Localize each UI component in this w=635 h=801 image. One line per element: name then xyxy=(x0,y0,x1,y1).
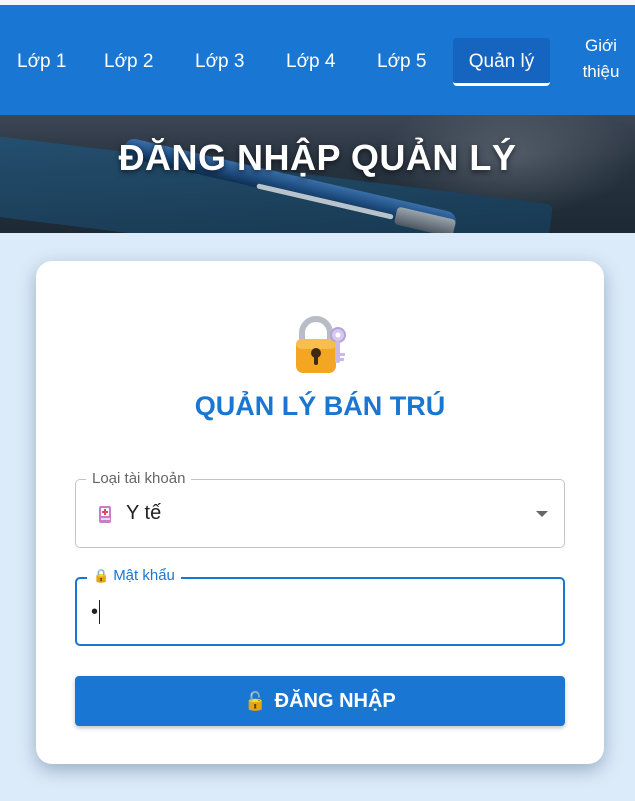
nav-item-lop-1[interactable]: Lớp 1 xyxy=(17,38,66,86)
medical-icon xyxy=(99,506,111,523)
login-button-label: ĐĂNG NHẬP xyxy=(274,690,396,712)
login-button[interactable]: 🔓 ĐĂNG NHẬP xyxy=(75,676,565,726)
hero-banner: ĐĂNG NHẬP QUẢN LÝ xyxy=(0,115,635,233)
nav-item-lop-2[interactable]: Lớp 2 xyxy=(104,38,153,86)
password-label-text: Mật khẩu xyxy=(113,567,175,584)
chevron-down-icon xyxy=(536,511,548,517)
lock-with-key-icon xyxy=(296,316,346,373)
nav-item-lop-4[interactable]: Lớp 4 xyxy=(286,38,335,86)
navbar: Lớp 1 Lớp 2 Lớp 3 Lớp 4 Lớp 5 Quản lý Gi… xyxy=(0,5,635,115)
nav-item-quan-ly[interactable]: Quản lý xyxy=(453,38,550,86)
text-cursor xyxy=(99,600,100,624)
card-title: QUẢN LÝ BÁN TRÚ xyxy=(194,391,446,421)
nav-item-lop-3[interactable]: Lớp 3 xyxy=(195,38,244,86)
password-field[interactable]: 🔒 Mật khẩu xyxy=(75,567,565,646)
password-input[interactable] xyxy=(91,593,531,631)
lock-icon: 🔒 xyxy=(93,568,110,583)
page-title: ĐĂNG NHẬP QUẢN LÝ xyxy=(118,137,517,178)
unlock-icon: 🔓 xyxy=(244,691,267,711)
account-type-value: Y tế xyxy=(126,502,162,524)
account-type-select[interactable]: Loại tài khoản Y tế xyxy=(75,470,565,548)
nav-item-lop-5[interactable]: Lớp 5 xyxy=(377,38,426,86)
nav-item-gioi-thieu[interactable]: Giới thiệu xyxy=(574,33,628,81)
login-card: QUẢN LÝ BÁN TRÚ Loại tài khoản Y tế 🔒 Mật… xyxy=(36,261,604,764)
account-type-label: Loại tài khoản xyxy=(86,470,192,487)
password-label: 🔒 Mật khẩu xyxy=(87,567,181,584)
